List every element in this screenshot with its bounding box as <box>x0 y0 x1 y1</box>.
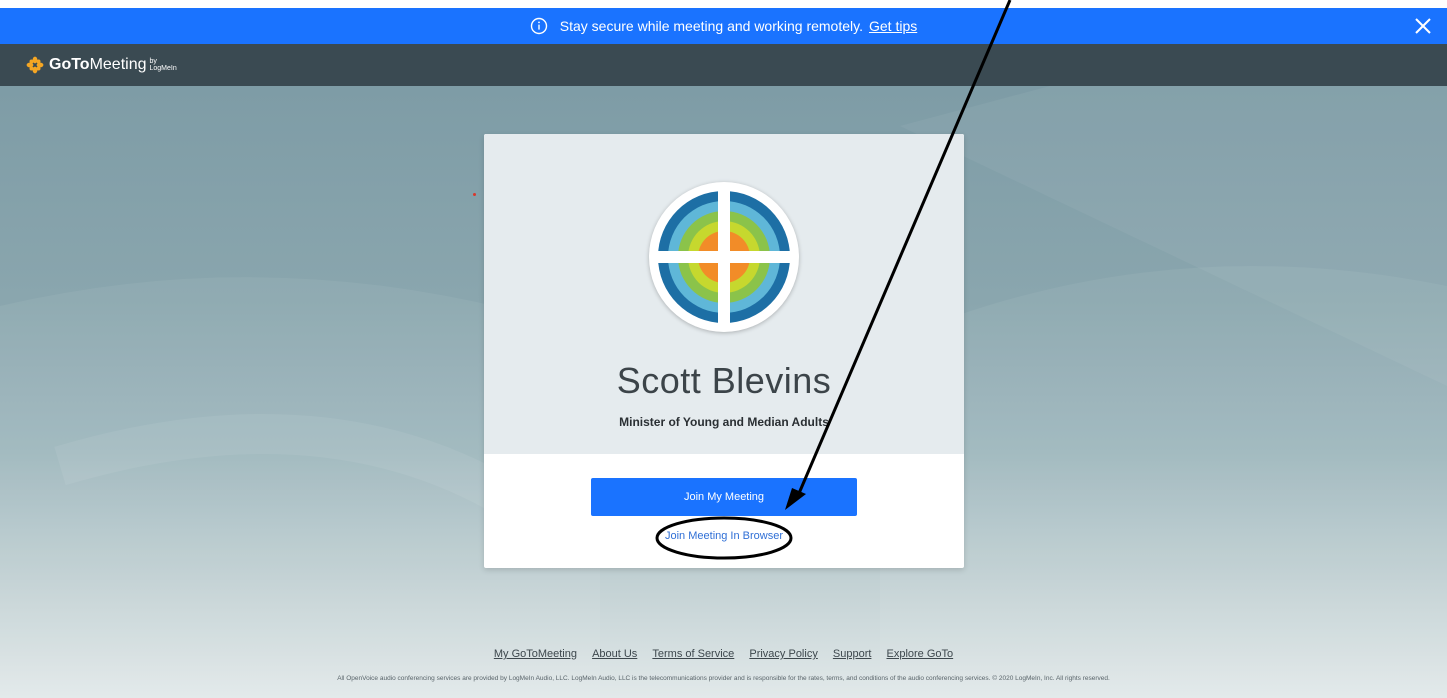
footer-link-support[interactable]: Support <box>833 648 872 660</box>
asterisk-logo-icon <box>26 56 44 74</box>
join-in-browser-link[interactable]: Join Meeting In Browser <box>484 530 964 542</box>
banner-message: Stay secure while meeting and working re… <box>559 18 863 34</box>
footer-links: My GoToMeeting About Us Terms of Service… <box>0 648 1447 660</box>
footer-link-privacy[interactable]: Privacy Policy <box>749 648 817 660</box>
join-my-meeting-button[interactable]: Join My Meeting <box>591 478 857 516</box>
top-strip <box>0 0 1447 8</box>
meeting-card: Scott Blevins Minister of Young and Medi… <box>484 134 964 568</box>
get-tips-link[interactable]: Get tips <box>869 18 917 34</box>
logo-meeting-text: Meeting <box>89 56 147 73</box>
red-dot-marker <box>473 193 476 196</box>
footer-link-explore-goto[interactable]: Explore GoTo <box>886 648 953 660</box>
security-banner: Stay secure while meeting and working re… <box>0 8 1447 44</box>
logo-by-text: by LogMeIn <box>150 58 177 72</box>
organizer-title: Minister of Young and Median Adults <box>619 415 829 429</box>
organizer-name: Scott Blevins <box>616 360 832 401</box>
info-icon <box>530 17 547 35</box>
footer-link-terms[interactable]: Terms of Service <box>652 648 734 660</box>
organizer-avatar <box>649 182 799 332</box>
logo-logmein: LogMeIn <box>149 65 177 72</box>
logo-by: by <box>149 58 157 65</box>
app-header: GoTo Meeting by LogMeIn <box>0 44 1447 86</box>
footer-link-my-gotomeeting[interactable]: My GoToMeeting <box>494 648 577 660</box>
footer-disclaimer: All OpenVoice audio conferencing service… <box>337 675 1110 682</box>
logo-goto-text: GoTo <box>49 56 90 73</box>
gotomeeting-logo[interactable]: GoTo Meeting by LogMeIn <box>26 56 177 74</box>
footer-link-about-us[interactable]: About Us <box>592 648 637 660</box>
church-logo-icon <box>654 187 794 327</box>
main-stage: Scott Blevins Minister of Young and Medi… <box>0 86 1447 698</box>
close-icon[interactable] <box>1413 16 1433 36</box>
